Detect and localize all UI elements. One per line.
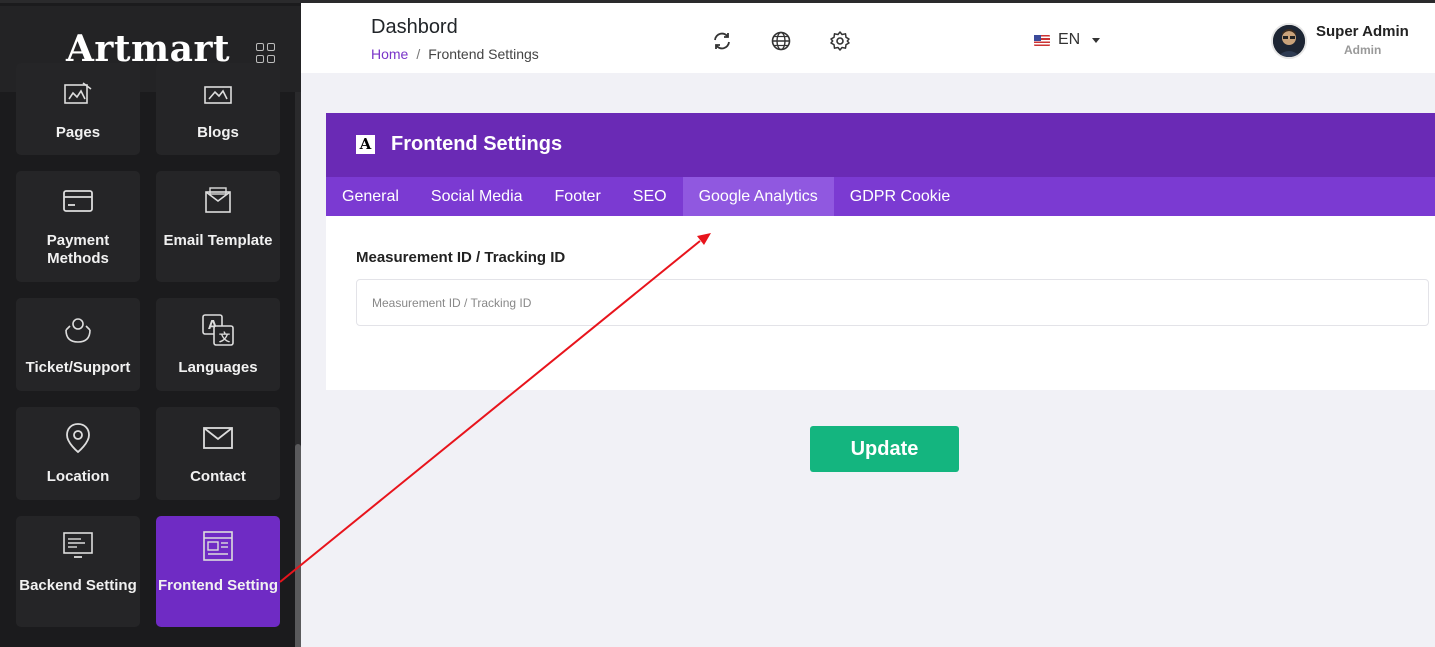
sidebar-tile-ticket-support[interactable]: Ticket/Support xyxy=(16,298,140,391)
gear-icon[interactable] xyxy=(829,30,851,52)
layout-icon xyxy=(203,531,233,561)
breadcrumb-current: Frontend Settings xyxy=(428,46,539,62)
tab-seo[interactable]: SEO xyxy=(617,177,683,216)
sidebar-tile-backend-setting[interactable]: Backend Setting xyxy=(16,516,140,627)
sidebar-tile-label: Location xyxy=(46,468,110,485)
breadcrumb-separator: / xyxy=(416,46,421,62)
sidebar-tile-label: Blogs xyxy=(197,124,239,141)
tab-google-analytics[interactable]: Google Analytics xyxy=(682,177,834,216)
support-icon xyxy=(65,318,91,343)
pages-icon xyxy=(64,82,92,104)
artmart-logo-icon: A xyxy=(356,135,375,154)
sidebar-tile-label: Contact xyxy=(190,468,246,485)
grid-menu-icon[interactable] xyxy=(256,43,276,63)
chevron-down-icon xyxy=(1092,37,1101,43)
sidebar-tile-label: Email Template xyxy=(163,232,273,249)
svg-text:文: 文 xyxy=(219,330,231,344)
envelope-icon xyxy=(203,427,233,449)
measurement-id-input[interactable] xyxy=(356,279,1429,326)
globe-icon[interactable] xyxy=(770,30,792,52)
settings-tabs: General Social Media Footer SEO Google A… xyxy=(326,177,1435,216)
sidebar-tile-pages[interactable]: Pages xyxy=(16,63,140,155)
sidebar-scroll-thumb[interactable] xyxy=(295,444,301,647)
sidebar-tile-label: Backend Setting xyxy=(19,577,137,594)
sidebar-tile-payment-methods[interactable]: Payment Methods xyxy=(16,171,140,282)
sidebar-tile-blogs[interactable]: Blogs xyxy=(156,63,280,155)
sidebar-scrollbar[interactable] xyxy=(295,92,301,647)
sidebar-tile-label: Pages xyxy=(55,124,101,141)
sidebar-tile-location[interactable]: Location xyxy=(16,407,140,500)
credit-card-icon xyxy=(63,190,93,212)
update-button[interactable]: Update xyxy=(810,426,959,472)
user-name[interactable]: Super Admin xyxy=(1316,23,1409,40)
sidebar: Artmart Pages Blogs Payment Methods Emai… xyxy=(0,0,301,647)
top-header: Dashbord Home / Frontend Settings EN Sup… xyxy=(301,0,1435,73)
user-role: Admin xyxy=(1344,43,1382,57)
frontend-settings-card: A Frontend Settings General Social Media… xyxy=(326,113,1435,390)
avatar[interactable] xyxy=(1271,23,1307,59)
sidebar-tile-frontend-setting[interactable]: Frontend Setting xyxy=(156,516,280,627)
sidebar-tile-label: Payment Methods xyxy=(46,232,110,267)
card-title: Frontend Settings xyxy=(391,133,563,155)
sidebar-tile-languages[interactable]: A 文 Languages xyxy=(156,298,280,391)
tab-social-media[interactable]: Social Media xyxy=(415,177,539,216)
blogs-icon xyxy=(204,86,232,104)
monitor-icon xyxy=(63,532,93,558)
sidebar-tile-label: Frontend Setting xyxy=(158,577,278,594)
tab-gdpr-cookie[interactable]: GDPR Cookie xyxy=(834,177,966,216)
breadcrumb: Home / Frontend Settings xyxy=(371,46,539,62)
tab-footer[interactable]: Footer xyxy=(539,177,617,216)
sidebar-tile-contact[interactable]: Contact xyxy=(156,407,280,500)
tab-general[interactable]: General xyxy=(326,177,415,216)
card-header: A Frontend Settings xyxy=(326,113,1435,177)
breadcrumb-home-link[interactable]: Home xyxy=(371,46,408,62)
sidebar-tile-email-template[interactable]: Email Template xyxy=(156,171,280,282)
language-code: EN xyxy=(1058,31,1081,48)
translate-icon: A 文 xyxy=(202,314,234,346)
map-pin-icon xyxy=(66,423,90,454)
language-selector[interactable]: EN xyxy=(1034,31,1101,49)
us-flag-icon xyxy=(1034,34,1050,46)
sidebar-tile-label: Languages xyxy=(178,359,258,376)
page-title: Dashbord xyxy=(371,16,458,38)
measurement-id-label: Measurement ID / Tracking ID xyxy=(356,249,566,266)
refresh-icon[interactable] xyxy=(711,30,733,52)
sidebar-tile-label: Ticket/Support xyxy=(25,359,131,376)
email-template-icon xyxy=(205,187,231,213)
user-avatar-icon xyxy=(1273,25,1305,57)
